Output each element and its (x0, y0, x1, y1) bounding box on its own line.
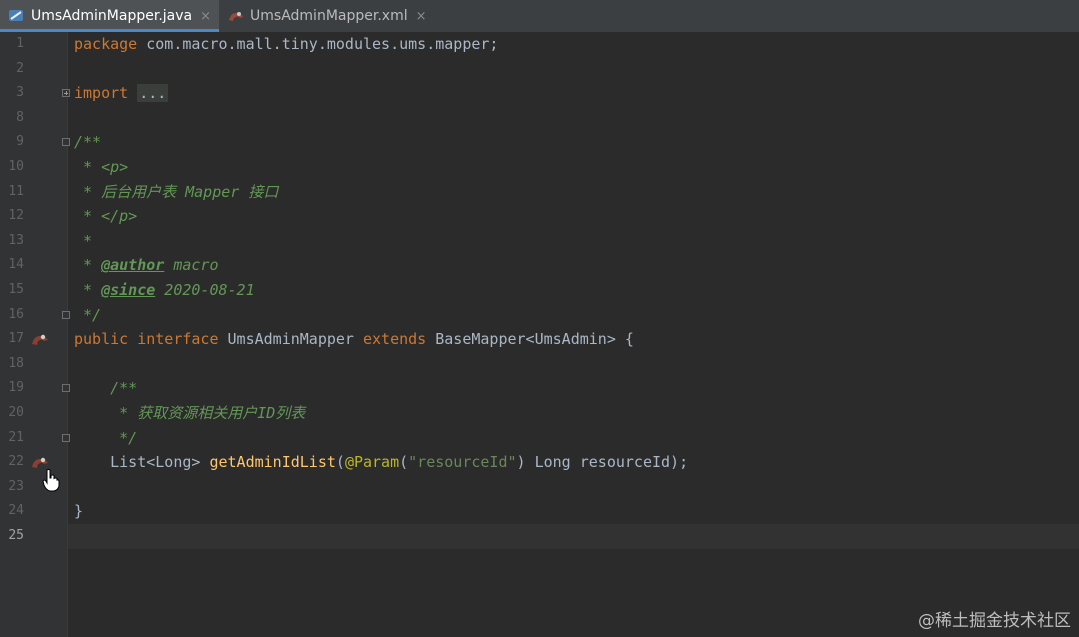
watermark: @稀土掘金技术社区 (918, 611, 1071, 631)
fold-expand-icon[interactable] (62, 89, 70, 98)
line-number: 20 (8, 405, 24, 420)
fold-end-icon[interactable] (62, 310, 70, 319)
java-file-icon (9, 10, 23, 21)
mybatis-navigate-icon[interactable] (31, 331, 49, 347)
editor-tab-bar: UmsAdminMapper.java × UmsAdminMapper.xml… (0, 0, 1079, 33)
code-line: 17 public interface UmsAdminMapper exten… (0, 327, 1079, 352)
line-number: 17 (8, 331, 24, 347)
code-text: List<Long> getAdminIdList(@Param("resour… (110, 453, 689, 472)
caret-line-highlight (68, 524, 1079, 549)
code-text: } (74, 502, 84, 521)
close-icon[interactable]: × (416, 9, 427, 24)
tab-label: UmsAdminMapper.java (31, 8, 193, 24)
code-text: * <p> (74, 158, 129, 176)
code-text: package com.macro.mall.tiny.modules.ums.… (74, 35, 499, 53)
code-text: /** (74, 379, 138, 398)
code-text: import ... (74, 84, 169, 103)
code-line: 21 */ (0, 426, 1079, 451)
code-text: * </p> (74, 207, 138, 226)
line-number: 22 (8, 454, 24, 470)
line-number: 9 (16, 134, 24, 150)
line-number: 12 (8, 208, 24, 224)
line-number: 2 (16, 60, 24, 76)
tab-ums-admin-mapper-xml[interactable]: UmsAdminMapper.xml × (219, 0, 434, 32)
line-number: 10 (8, 159, 24, 174)
code-line: 18 (0, 352, 1079, 377)
line-number: 23 (8, 478, 24, 494)
code-line: 9 /** (0, 130, 1079, 155)
code-text: * @since 2020-08-21 (74, 281, 255, 299)
code-text: * (74, 231, 93, 250)
code-line: 3 import ... (0, 81, 1079, 106)
fold-collapse-icon[interactable] (62, 384, 70, 393)
code-line: 24 } (0, 499, 1079, 524)
line-number: 1 (16, 36, 24, 51)
hand-cursor-icon (42, 469, 60, 492)
code-line: 12 * </p> (0, 204, 1079, 229)
line-number: 8 (16, 109, 24, 125)
code-line: 20 * 获取资源相关用户ID列表 (0, 401, 1079, 426)
code-text: */ (74, 305, 102, 324)
line-number: 3 (16, 85, 24, 101)
code-line: 15 * @since 2020-08-21 (0, 278, 1079, 303)
code-text: * 获取资源相关用户ID列表 (74, 404, 306, 422)
line-number: 24 (8, 503, 24, 519)
line-number: 15 (8, 282, 24, 297)
code-line: 8 (0, 106, 1079, 131)
code-line: 14 * @author macro (0, 253, 1079, 278)
code-line: 11 * 后台用户表 Mapper 接口 (0, 180, 1079, 205)
fold-collapse-icon[interactable] (62, 138, 70, 147)
line-number: 18 (8, 355, 24, 371)
code-text: /** (74, 133, 102, 152)
code-text: public interface UmsAdminMapper extends … (74, 330, 634, 349)
line-number: 13 (8, 232, 24, 248)
folded-imports[interactable]: ... (137, 84, 169, 103)
mybatis-xml-icon (229, 12, 244, 21)
code-line: 1 package com.macro.mall.tiny.modules.um… (0, 32, 1079, 57)
line-number: 11 (8, 183, 24, 199)
line-number: 14 (8, 257, 24, 273)
current-code-line: 25 (0, 524, 1079, 549)
line-number: 19 (8, 380, 24, 396)
code-text: */ (74, 428, 138, 447)
code-line: 16 */ (0, 303, 1079, 328)
code-line: 2 (0, 57, 1079, 82)
code-line: 23 (0, 475, 1079, 500)
line-number: 21 (8, 429, 24, 445)
code-line: 13 * (0, 229, 1079, 254)
fold-end-icon[interactable] (62, 433, 70, 442)
code-text: * @author macro (74, 256, 219, 275)
tab-label: UmsAdminMapper.xml (250, 8, 408, 24)
code-line: 22 List<Long> getAdminIdList(@Param("res… (0, 450, 1079, 475)
close-icon[interactable]: × (200, 9, 211, 24)
tab-ums-admin-mapper-java[interactable]: UmsAdminMapper.java × (0, 0, 220, 32)
code-text: * 后台用户表 Mapper 接口 (74, 182, 279, 201)
line-number: 25 (8, 528, 24, 543)
line-number: 16 (8, 306, 24, 322)
code-line: 10 * <p> (0, 155, 1079, 180)
code-line: 19 /** (0, 376, 1079, 401)
